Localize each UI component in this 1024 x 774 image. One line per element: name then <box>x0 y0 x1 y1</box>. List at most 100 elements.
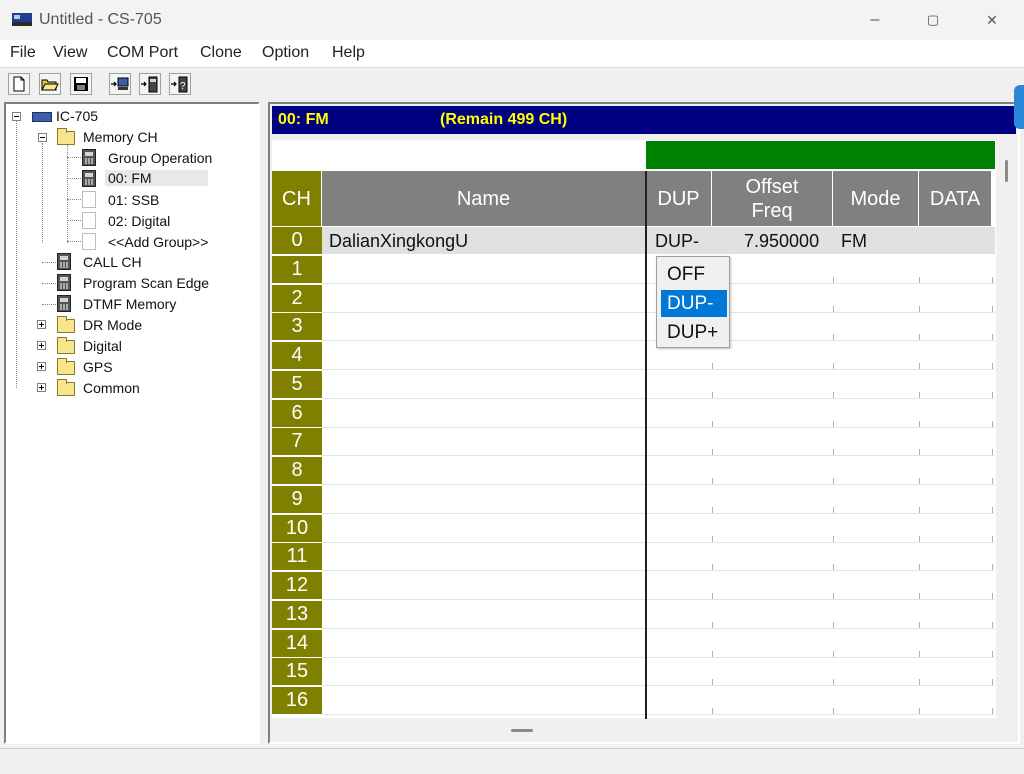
cell-divider <box>919 564 920 570</box>
cell-divider <box>712 622 713 628</box>
tree-expander-gps[interactable] <box>37 362 46 371</box>
table-row[interactable] <box>322 455 995 456</box>
tree-node-ic705[interactable]: IC-705 <box>56 108 98 124</box>
table-row[interactable] <box>322 628 995 629</box>
table-row[interactable] <box>322 513 995 514</box>
cell-divider <box>833 507 834 513</box>
column-header-data-label: DATA <box>929 187 981 210</box>
tree-node-common[interactable]: Common <box>83 380 140 396</box>
channel-number-cell[interactable]: 11 <box>272 543 322 572</box>
column-header-mode[interactable]: Mode <box>833 171 919 226</box>
tree-node-dtmf-memory[interactable]: DTMF Memory <box>83 296 176 312</box>
table-row[interactable] <box>322 714 995 715</box>
cell-mode[interactable]: FM <box>841 231 867 252</box>
table-row[interactable] <box>322 685 995 686</box>
tree-expander-digital[interactable] <box>37 341 46 350</box>
table-row[interactable] <box>322 542 995 543</box>
dup-option-off[interactable]: OFF <box>661 261 727 288</box>
write-to-radio-button[interactable] <box>139 73 161 95</box>
menu-help[interactable]: Help <box>332 44 365 62</box>
vertical-scroll-thumb[interactable] <box>1005 160 1008 182</box>
tree-node-group-operation[interactable]: Group Operation <box>108 150 212 166</box>
cell-divider <box>919 392 920 398</box>
tree-connector <box>67 220 81 221</box>
new-document-button[interactable] <box>8 73 30 95</box>
tree-node-add-group[interactable]: <<Add Group>> <box>108 234 208 250</box>
tree-node-digital[interactable]: Digital <box>83 338 122 354</box>
channel-number-cell[interactable]: 5 <box>272 371 322 400</box>
minimize-button[interactable]: – <box>862 8 888 32</box>
tree-node-dr-mode[interactable]: DR Mode <box>83 317 142 333</box>
close-button[interactable]: ✕ <box>979 8 1005 32</box>
menu-com-port[interactable]: COM Port <box>107 44 178 62</box>
save-button[interactable] <box>70 73 92 95</box>
column-header-dup[interactable]: DUP <box>646 171 712 226</box>
channel-number-cell[interactable]: 0 <box>272 227 322 256</box>
read-from-radio-button[interactable] <box>109 73 131 95</box>
column-header-name[interactable]: Name <box>322 171 646 226</box>
cell-divider <box>992 363 993 369</box>
column-header-name-label: Name <box>456 187 511 210</box>
cell-divider <box>992 277 993 283</box>
table-row[interactable] <box>322 398 995 399</box>
channel-number-cell[interactable]: 12 <box>272 572 322 601</box>
menu-clone[interactable]: Clone <box>200 44 242 62</box>
tree-expander-common[interactable] <box>37 383 46 392</box>
cell-divider <box>833 277 834 283</box>
title-bar: Untitled - CS-705 – ▢ ✕ <box>0 0 1024 40</box>
save-icon <box>74 77 88 91</box>
channel-number-cell[interactable]: 16 <box>272 687 322 716</box>
channel-number-cell[interactable]: 6 <box>272 400 322 429</box>
cell-offset-freq[interactable]: 7.950000 <box>744 231 819 252</box>
channel-number-cell[interactable]: 10 <box>272 515 322 544</box>
tree-node-ssb[interactable]: 01: SSB <box>108 192 159 208</box>
menu-option[interactable]: Option <box>262 44 309 62</box>
cell-divider <box>919 334 920 340</box>
channel-number-cell[interactable]: 4 <box>272 342 322 371</box>
svg-text:?: ? <box>180 81 186 92</box>
channel-number-cell[interactable]: 9 <box>272 486 322 515</box>
column-header-ch[interactable]: CH <box>272 171 322 226</box>
tree-expander-dr-mode[interactable] <box>37 320 46 329</box>
dup-option-dup-minus[interactable]: DUP- <box>661 290 727 317</box>
write-to-radio-icon <box>141 76 158 93</box>
empty-group-icon <box>82 233 96 250</box>
cell-divider <box>992 622 993 628</box>
tree-node-gps[interactable]: GPS <box>83 359 113 375</box>
menu-view[interactable]: View <box>53 44 87 62</box>
menu-file[interactable]: File <box>10 44 36 62</box>
table-row[interactable] <box>322 369 995 370</box>
dup-option-dup-plus[interactable]: DUP+ <box>661 319 727 346</box>
table-row[interactable] <box>322 484 995 485</box>
maximize-button[interactable]: ▢ <box>920 8 946 32</box>
column-header-offset-freq[interactable]: Offset Freq <box>712 171 833 226</box>
channel-number-cell[interactable]: 2 <box>272 285 322 314</box>
channel-number-cell[interactable]: 1 <box>272 256 322 285</box>
column-header-data[interactable]: DATA <box>919 171 992 226</box>
open-file-button[interactable] <box>39 73 61 95</box>
tree-node-fm-selected[interactable]: 00: FM <box>105 170 208 186</box>
tree-node-memory-ch[interactable]: Memory CH <box>83 129 158 145</box>
channel-number-cell[interactable]: 8 <box>272 457 322 486</box>
tree-expander-root[interactable] <box>12 112 21 121</box>
channel-number-cell[interactable]: 14 <box>272 630 322 659</box>
table-row[interactable] <box>322 657 995 658</box>
channel-number-cell[interactable]: 3 <box>272 313 322 342</box>
side-edge-tab[interactable] <box>1014 85 1024 129</box>
tree-expander-memory-ch[interactable] <box>38 133 47 142</box>
channel-number-cell[interactable]: 13 <box>272 601 322 630</box>
tree-node-digital-group[interactable]: 02: Digital <box>108 213 170 229</box>
horizontal-scroll-thumb[interactable] <box>511 729 533 732</box>
cell-divider <box>919 478 920 484</box>
cell-dup[interactable]: DUP- <box>655 231 699 252</box>
channel-number-cell[interactable]: 15 <box>272 658 322 687</box>
cell-name[interactable]: DalianXingkongU <box>329 231 468 252</box>
table-row[interactable] <box>322 599 995 600</box>
radio-info-button[interactable]: ? <box>169 73 191 95</box>
tree-node-call-ch[interactable]: CALL CH <box>83 254 142 270</box>
table-row[interactable] <box>322 570 995 571</box>
tree-node-program-scan-edge[interactable]: Program Scan Edge <box>83 275 209 291</box>
channel-number-cell[interactable]: 7 <box>272 428 322 457</box>
table-row[interactable] <box>322 427 995 428</box>
cell-divider <box>833 708 834 714</box>
